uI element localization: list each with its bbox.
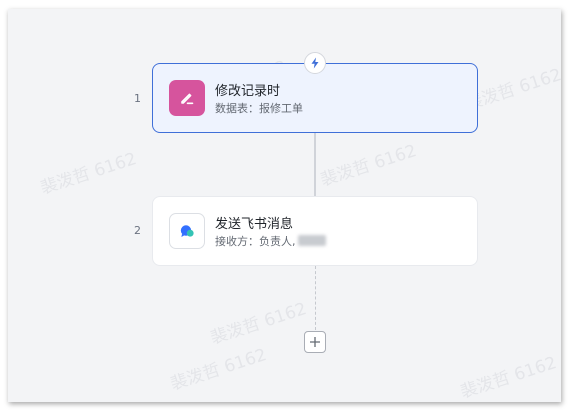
trigger-title: 修改记录时 [215,84,281,99]
connector-line [314,133,316,197]
connector-dashed-line [315,266,316,330]
watermark: 裴泼哲 6162 [168,344,270,395]
edit-pencil-icon [169,80,205,116]
workflow-canvas: 裴泼哲 6162 裴泼哲 6162 裴泼哲 6162 裴泼哲 6162 裴泼哲 … [8,9,561,402]
redacted-name [297,235,326,246]
action-card[interactable]: 发送飞书消息 接收方：负责人, [152,196,478,266]
add-step-button[interactable] [304,331,326,353]
watermark: 裴泼哲 6162 [38,148,140,199]
lightning-bolt-icon[interactable] [304,52,326,74]
recipient-label: 接收方：负责人, [215,235,296,248]
watermark: 裴泼哲 6162 [208,298,310,349]
action-title: 发送飞书消息 [215,217,294,232]
trigger-subtitle: 数据表：报修工单 [215,102,303,115]
action-subtitle: 接收方：负责人, [215,233,326,249]
step-number-2: 2 [134,224,141,237]
feishu-message-icon [169,213,205,249]
plus-icon [310,337,320,347]
watermark: 裴泼哲 6162 [318,140,420,191]
step-number-1: 1 [134,92,141,105]
watermark: 裴泼哲 6162 [458,352,560,402]
